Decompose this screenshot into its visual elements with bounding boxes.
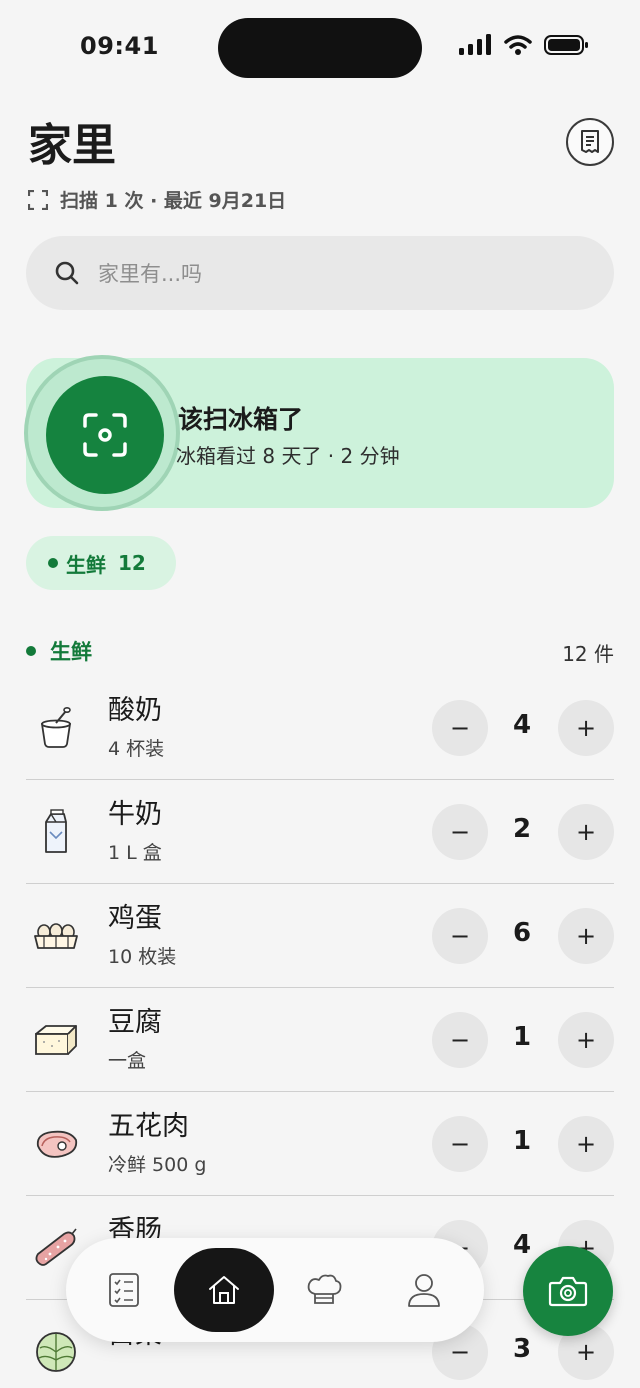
search-placeholder: 家里有...吗 <box>98 262 203 286</box>
receipt-button[interactable] <box>566 118 614 166</box>
chef-hat-icon <box>307 1274 342 1304</box>
item-desc: 10 枚装 <box>108 946 177 968</box>
dynamic-island <box>218 18 422 78</box>
item-desc: 冷鲜 500 g <box>108 1154 207 1176</box>
item-quantity: 2 <box>512 814 532 844</box>
decrease-button[interactable]: − <box>432 1012 488 1068</box>
status-time: 09:41 <box>80 32 159 60</box>
milk-carton-icon <box>30 806 82 858</box>
camera-icon <box>548 1276 588 1307</box>
search-input[interactable]: 家里有...吗 <box>26 236 614 310</box>
section-title: 生鲜 <box>50 640 92 664</box>
checklist-icon <box>109 1273 139 1307</box>
wifi-icon <box>504 35 532 55</box>
cabbage-icon <box>30 1326 82 1378</box>
scan-frame-icon <box>28 189 48 210</box>
section-dot <box>26 646 36 656</box>
decrease-button[interactable]: − <box>432 1116 488 1172</box>
item-name: 鸡蛋 <box>108 903 162 934</box>
yogurt-icon <box>30 702 82 754</box>
item-quantity: 3 <box>512 1334 532 1364</box>
list-item: 牛奶 1 L 盒 − 2 + <box>26 780 614 884</box>
scan-button[interactable] <box>46 376 164 494</box>
home-icon <box>209 1276 239 1304</box>
person-icon <box>408 1274 440 1307</box>
list-item: 酸奶 4 杯装 − 4 + <box>26 676 614 780</box>
signal-icon <box>459 34 491 55</box>
decrease-button[interactable]: − <box>432 700 488 756</box>
section-label: 生鲜 <box>26 636 92 666</box>
status-bar: 09:41 <box>0 0 640 96</box>
increase-button[interactable]: + <box>558 1012 614 1068</box>
filter-chip-fresh[interactable]: 生鲜 12 <box>26 536 176 590</box>
increase-button[interactable]: + <box>558 804 614 860</box>
item-name: 豆腐 <box>108 1007 162 1038</box>
section-header: 生鲜 12 件 <box>26 636 614 670</box>
increase-button[interactable]: + <box>558 908 614 964</box>
scan-card-subtitle: 冰箱看过 8 天了 · 2 分钟 <box>176 444 400 468</box>
tab-checklist[interactable] <box>82 1248 166 1332</box>
section-count: 12 件 <box>562 642 614 666</box>
scan-info-text: 扫描 1 次 · 最近 9月21日 <box>60 190 287 212</box>
increase-button[interactable]: + <box>558 700 614 756</box>
item-quantity: 4 <box>512 710 532 740</box>
chip-count: 12 <box>118 551 146 575</box>
item-desc: 4 杯装 <box>108 738 165 760</box>
scan-card-title: 该扫冰箱了 <box>178 405 304 434</box>
item-desc: 1 L 盒 <box>108 842 162 864</box>
tab-profile[interactable] <box>382 1248 466 1332</box>
scan-fridge-card[interactable]: 该扫冰箱了 冰箱看过 8 天了 · 2 分钟 <box>24 355 614 511</box>
battery-icon <box>544 35 588 55</box>
search-icon <box>55 261 79 285</box>
status-icons <box>458 34 590 56</box>
item-name: 五花肉 <box>108 1111 189 1142</box>
item-quantity: 1 <box>512 1126 532 1156</box>
increase-button[interactable]: + <box>558 1116 614 1172</box>
meat-icon <box>30 1118 82 1170</box>
item-name: 酸奶 <box>108 695 162 726</box>
chip-label: 生鲜 <box>66 552 106 577</box>
decrease-button[interactable]: − <box>432 804 488 860</box>
item-desc: 一盒 <box>108 1050 147 1072</box>
item-quantity: 6 <box>512 918 532 948</box>
tofu-icon <box>30 1014 82 1066</box>
tab-recipes[interactable] <box>282 1248 366 1332</box>
egg-carton-icon <box>30 910 82 962</box>
item-name: 牛奶 <box>108 799 162 830</box>
tab-bar <box>66 1238 484 1342</box>
scan-focus-icon <box>83 413 127 457</box>
camera-button[interactable] <box>523 1246 613 1336</box>
header: 家里 扫描 1 次 · 最近 9月21日 <box>28 112 614 222</box>
list-item: 豆腐 一盒 − 1 + <box>26 988 614 1092</box>
scan-info: 扫描 1 次 · 最近 9月21日 <box>28 186 286 213</box>
receipt-icon <box>581 130 599 153</box>
chip-dot <box>48 558 58 568</box>
tab-home[interactable] <box>174 1248 274 1332</box>
list-item: 鸡蛋 10 枚装 − 6 + <box>26 884 614 988</box>
decrease-button[interactable]: − <box>432 908 488 964</box>
item-quantity: 1 <box>512 1022 532 1052</box>
page-title: 家里 <box>28 120 116 171</box>
list-item: 五花肉 冷鲜 500 g − 1 + <box>26 1092 614 1196</box>
